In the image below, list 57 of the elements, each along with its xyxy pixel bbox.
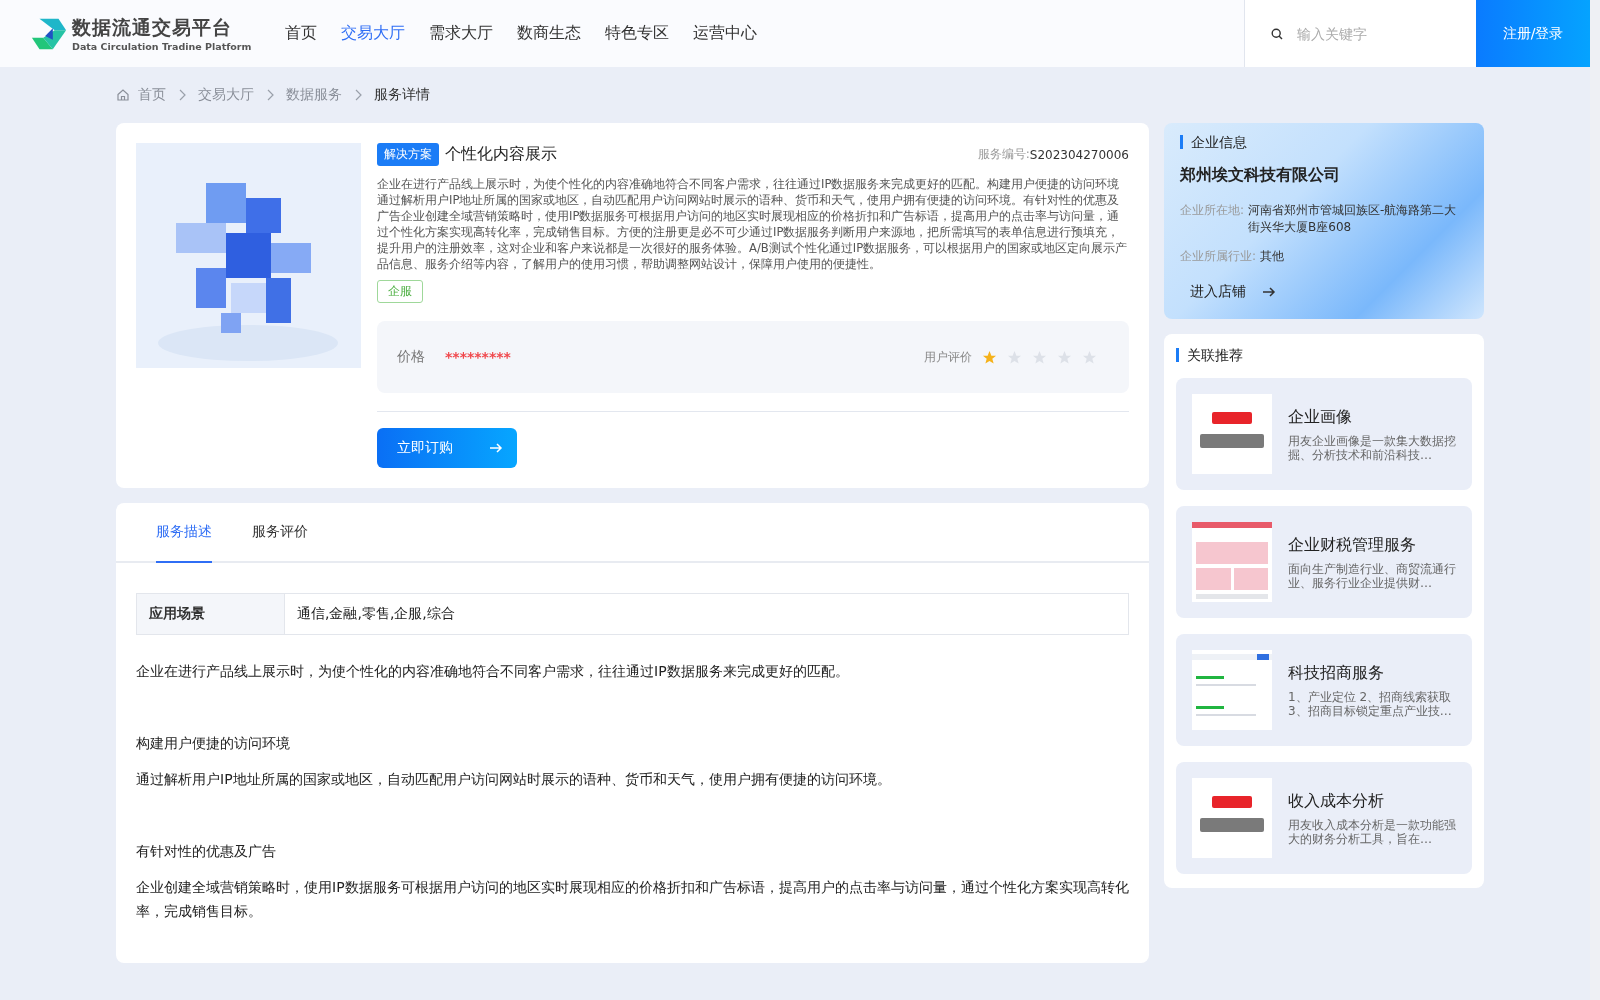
recommendation-card[interactable]: 企业财税管理服务 面向生产制造行业、商贸流通行业、服务行业企业提供财…: [1176, 506, 1472, 618]
paragraph: 企业创建全域营销策略时，使用IP数据服务可根据用户访问的地区实时展现相应的价格折扣和广告标语，提高用户的点击率与访问量，通过个性化方案实现高转化率，完成销售目标。: [136, 878, 1129, 921]
industry-label: 企业所属行业:: [1180, 248, 1257, 265]
category-badge: 解决方案: [377, 143, 439, 166]
logo-title: 数据流通交易平台: [72, 15, 233, 40]
recommendation-title: 企业画像: [1288, 406, 1353, 428]
arrow-icon: [489, 442, 503, 454]
recommendation-title: 科技招商服务: [1288, 662, 1385, 684]
recommendation-summary: 用友收入成本分析是一款功能强大的财务分析工具，旨在…: [1288, 817, 1457, 846]
nav-link[interactable]: 首页: [273, 23, 330, 44]
tab[interactable]: 服务评价: [252, 503, 308, 563]
recommendation-title: 收入成本分析: [1288, 790, 1385, 812]
table-header-cell: 应用场景: [137, 594, 285, 634]
paragraph: 通过解析用户IP地址所属的国家或地区，自动匹配用户访问网站时展示的语种、货币和天气，使用户拥有便捷的访问环境。: [136, 770, 892, 789]
section-heading: 有针对性的优惠及广告: [136, 843, 277, 861]
recommendation-card[interactable]: 企业画像 用友企业画像是一款集大数据挖掘、分析技术和前沿科技…: [1176, 378, 1472, 490]
nav-link[interactable]: 特色专区: [593, 23, 682, 44]
section-title: 企业信息: [1180, 135, 1468, 149]
search-icon: [1271, 27, 1283, 40]
section-heading: 构建用户便捷的访问环境: [136, 735, 291, 753]
enter-store-link[interactable]: 进入店铺: [1180, 277, 1286, 307]
tab[interactable]: 服务描述: [156, 503, 212, 563]
logo-subtitle: Data Circulation Tradine Platform: [72, 41, 252, 52]
nav-link[interactable]: 需求大厅: [417, 23, 506, 44]
nav-link[interactable]: 运营中心: [681, 23, 770, 44]
recommendation-card[interactable]: 收入成本分析 用友收入成本分析是一款功能强大的财务分析工具，旨在…: [1176, 762, 1472, 874]
star-icon: [982, 349, 997, 365]
chevron-icon: [178, 89, 186, 101]
paragraph: 企业在进行产品线上展示时，为使个性化的内容准确地符合不同客户需求，往往通过IP数据服务来完成更好的匹配。: [136, 662, 850, 681]
arrow-icon: [1262, 286, 1276, 298]
service-code: S202304270006: [1029, 147, 1129, 162]
product-title: 个性化内容展示: [445, 144, 557, 165]
breadcrumb-link[interactable]: 服务详情: [374, 86, 430, 104]
home-icon: [116, 88, 130, 102]
chevron-icon: [266, 89, 274, 101]
table-cell-text: 通信,金融,零售,企服,综合: [296, 604, 455, 623]
product-description: 企业在进行产品线上展示时，为使个性化的内容准确地符合不同客户需求，往往通过IP数据服务来完成更好的匹配。构建用户便捷的访问环境通过解析用户IP地址所属的国家或地区，自动匹配用户访问网站时展示的语种、货币和天气，使用户拥有便捷的访问环境。有针对性的优惠及广告企业创建全域营销策略时，使用IP数据服务可根据用户访问的地区实时展现相应的价格折扣和广告标语，提高用户的点击率与访问量，通过个性化方案实现高转化率，完成销售目标。方便的注册更是必不可少通过IP数据服务判断用户来源地，把所需填写的表单信息进行预填充，提升用户的注册效率，这对企业和客户来说都是一次很好的服务体验。A/B测试个性化通过IP数据服务，可以根据用户的国家或地区定向展示产品信息、服务介绍等内容，了解用户的使用习惯，帮助调整网站设计，保障用户使用的便捷性。: [377, 176, 1129, 272]
nav-link[interactable]: 数商生态: [505, 23, 594, 44]
recommendation-summary: 1、产业定位 2、招商线索获取 3、招商目标锁定重点产业技…: [1288, 689, 1453, 718]
price-value: *********: [445, 349, 511, 365]
buy-button[interactable]: 立即订购: [377, 428, 517, 468]
service-code-label: 服务编号:: [977, 146, 1030, 163]
location-value: 河南省郑州市管城回族区-航海路第二大街兴华大厦B座608: [1248, 202, 1458, 236]
location-label: 企业所在地:: [1180, 202, 1245, 219]
recommendation-summary: 用友企业画像是一款集大数据挖掘、分析技术和前沿科技…: [1288, 433, 1457, 462]
price-label: 价格: [397, 348, 425, 366]
recommendation-title: 企业财税管理服务: [1288, 534, 1417, 556]
scrollbar[interactable]: [1590, 0, 1600, 1000]
industry-tag: 企服: [377, 280, 423, 303]
chevron-icon: [354, 89, 362, 101]
industry-value: 其他: [1260, 248, 1285, 265]
company-name: 郑州埃文科技有限公司: [1180, 165, 1341, 186]
recommendation-card[interactable]: 科技招商服务 1、产业定位 2、招商线索获取 3、招商目标锁定重点产业技…: [1176, 634, 1472, 746]
rating-label: 用户评价: [924, 348, 972, 366]
recommendation-summary: 面向生产制造行业、商贸流通行业、服务行业企业提供财…: [1288, 561, 1457, 590]
section-title: 关联推荐: [1176, 348, 1472, 362]
nav-link[interactable]: 交易大厅: [329, 23, 418, 44]
